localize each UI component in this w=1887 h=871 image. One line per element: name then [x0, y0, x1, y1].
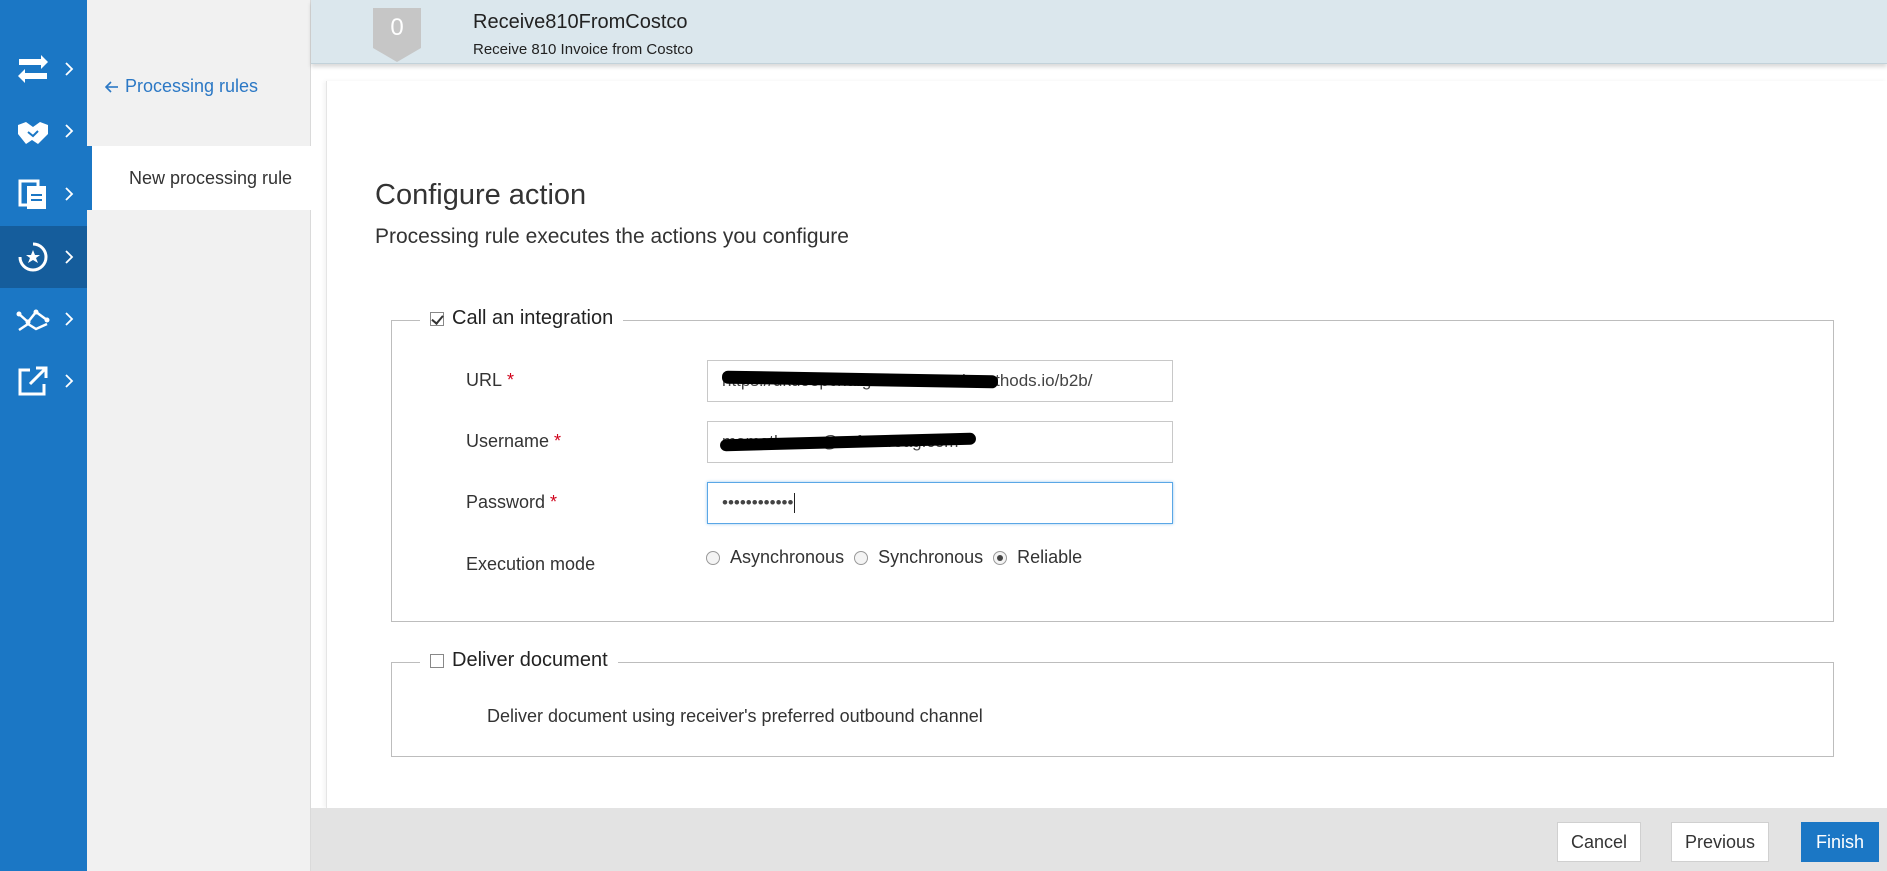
deliver-document-description: Deliver document using receiver's prefer…	[487, 706, 983, 726]
execution-mode-label: Execution mode	[466, 554, 596, 574]
sidebar-item-label: New processing rule	[129, 167, 293, 188]
radio-asynchronous[interactable]: Asynchronous	[706, 547, 844, 568]
sidebar-item-new-processing-rule[interactable]: New processing rule	[87, 146, 311, 210]
rail-item-processing-rules[interactable]	[0, 226, 87, 288]
chevron-right-icon	[65, 124, 74, 138]
processing-rules-icon	[18, 242, 48, 272]
page-subtitle: Processing rule executes the actions you…	[375, 225, 849, 248]
deliver-document-legend: Deliver document	[420, 649, 618, 672]
call-integration-legend: Call an integration	[420, 307, 624, 330]
url-input[interactable]: https://ukdoepchargh.int.....s.webmethod…	[707, 360, 1173, 402]
rail-item-partners[interactable]	[0, 100, 87, 162]
radio-button[interactable]	[993, 550, 1008, 565]
chevron-right-icon	[65, 187, 74, 201]
deliver-document-label: Deliver document	[452, 649, 608, 671]
username-label: Username *	[466, 431, 561, 452]
previous-button[interactable]: Previous	[1671, 822, 1769, 862]
password-label-text: Password	[466, 492, 546, 512]
icon-rail	[0, 0, 87, 871]
step-badge: 0	[373, 8, 421, 62]
url-label: URL *	[466, 370, 514, 391]
chevron-right-icon	[65, 312, 74, 326]
radio-reliable[interactable]: Reliable	[993, 547, 1082, 568]
rule-description: Receive 810 Invoice from Costco	[473, 41, 694, 58]
rail-item-analytics[interactable]	[0, 288, 87, 350]
rail-item-transfers[interactable]	[0, 38, 87, 100]
transfer-arrows-icon	[18, 55, 48, 83]
radio-button[interactable]	[706, 550, 720, 565]
required-marker: *	[554, 431, 562, 451]
required-marker: *	[507, 370, 515, 390]
wizard-footer: Cancel Previous Finish	[311, 808, 1887, 871]
call-integration-label: Call an integration	[452, 307, 614, 329]
handshake-icon	[18, 122, 48, 144]
execution-mode-radio-group: Asynchronous Synchronous Reliable	[706, 547, 1092, 568]
radio-synchronous[interactable]: Synchronous	[854, 547, 983, 568]
secondary-sidebar: Processing rules New processing rule	[87, 0, 311, 871]
documents-icon	[18, 179, 46, 209]
analytics-graph-icon	[16, 309, 50, 332]
rail-item-documents[interactable]	[0, 163, 87, 225]
password-input[interactable]: ••••••••••••	[707, 482, 1173, 524]
deliver-document-checkbox[interactable]	[430, 653, 444, 668]
chevron-right-icon	[65, 62, 74, 76]
required-marker: *	[550, 492, 558, 512]
rule-name: Receive810FromCostco	[473, 11, 688, 33]
step-number: 0	[390, 14, 404, 41]
chevron-right-icon	[65, 250, 74, 264]
main-panel: Configure action Processing rule execute…	[326, 81, 1887, 808]
radio-button[interactable]	[854, 550, 869, 565]
cancel-button[interactable]: Cancel	[1557, 822, 1641, 862]
back-to-processing-rules-link[interactable]: Processing rules	[105, 76, 258, 97]
radio-label: Synchronous	[878, 547, 984, 567]
password-label: Password *	[466, 492, 557, 513]
chevron-right-icon	[65, 374, 74, 388]
radio-label: Reliable	[1017, 547, 1083, 567]
username-input[interactable]: mamatha.am@softwareag.com	[707, 421, 1173, 463]
arrow-left-icon	[105, 80, 118, 93]
text-cursor	[794, 493, 796, 513]
page-title: Configure action	[375, 179, 587, 211]
url-label-text: URL	[466, 370, 503, 390]
back-link-label: Processing rules	[125, 76, 259, 96]
external-link-icon	[18, 366, 48, 396]
finish-button[interactable]: Finish	[1801, 822, 1879, 862]
username-label-text: Username	[466, 431, 550, 451]
rail-item-external[interactable]	[0, 350, 87, 412]
call-integration-checkbox[interactable]	[430, 311, 444, 326]
password-value: ••••••••••••	[722, 493, 794, 512]
rule-header: 0 Receive810FromCostco Receive 810 Invoi…	[311, 0, 1887, 64]
radio-label: Asynchronous	[730, 547, 845, 567]
